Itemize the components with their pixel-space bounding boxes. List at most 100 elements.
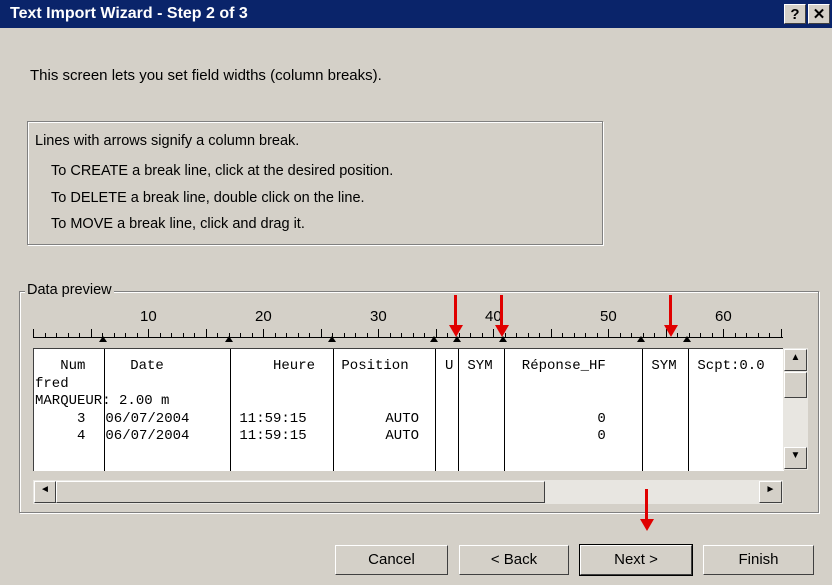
ruler-tick <box>309 333 310 337</box>
ruler-tick <box>619 333 621 337</box>
ruler-tick <box>113 333 115 337</box>
ruler-tick <box>366 333 368 337</box>
ruler-tick <box>654 333 655 337</box>
column-break-arrow[interactable] <box>683 336 691 342</box>
preview-cell: 3 <box>35 411 86 427</box>
column-break-arrow[interactable] <box>99 336 107 342</box>
ruler-tick <box>33 329 34 337</box>
ruler-tick <box>274 333 276 337</box>
ruler-tick <box>320 329 322 337</box>
scroll-up-button[interactable]: ▲ <box>784 349 807 371</box>
ruler-tick <box>470 333 471 337</box>
ruler-tick <box>481 333 483 337</box>
preview-cell: SYM <box>643 358 677 374</box>
ruler-tick <box>263 329 264 337</box>
preview-cell: fred <box>35 376 69 392</box>
ruler-number: 50 <box>600 308 617 325</box>
ruler-tick <box>148 329 149 337</box>
ruler-tick <box>136 333 138 337</box>
ruler-tick <box>240 333 241 337</box>
ruler-tick <box>217 333 218 337</box>
ruler-tick <box>539 333 540 337</box>
ruler-number: 30 <box>370 308 387 325</box>
ruler-tick <box>493 329 494 337</box>
cancel-button[interactable]: Cancel <box>335 545 448 575</box>
ruler-tick <box>286 333 287 337</box>
preview-cell: 0 <box>505 428 606 444</box>
ruler-tick <box>746 333 747 337</box>
ruler-tick <box>125 333 126 337</box>
info-line: To DELETE a break line, double click on … <box>51 190 365 206</box>
preview-row: 3 06/07/2004 11:59:15 AUTO 0 <box>35 411 606 428</box>
preview-cell: AUTO <box>335 428 420 444</box>
data-preview-label: Data preview <box>25 282 114 298</box>
ruler-tick <box>424 333 425 337</box>
preview-cell: 06/07/2004 <box>97 428 190 444</box>
preview-cell: Date <box>105 358 190 374</box>
horizontal-scrollbar[interactable]: ◄ ► <box>33 480 783 504</box>
annotation-arrow <box>669 295 672 325</box>
ruler-tick <box>90 329 92 337</box>
annotation-arrow <box>454 295 457 325</box>
column-break-arrow[interactable] <box>637 336 645 342</box>
next-button[interactable]: Next > <box>579 544 693 576</box>
back-button[interactable]: < Back <box>459 545 569 575</box>
horizontal-scroll-thumb[interactable] <box>56 481 545 503</box>
scroll-right-button[interactable]: ► <box>759 481 782 503</box>
ruler-tick <box>389 333 391 337</box>
info-line: To MOVE a break line, click and drag it. <box>51 216 305 232</box>
ruler-tick <box>769 333 770 337</box>
preview-cell: Num <box>35 358 86 374</box>
ruler-tick <box>194 333 195 337</box>
preview-cell: MARQUEUR: 2.00 m <box>35 393 170 409</box>
column-break-arrow[interactable] <box>225 336 233 342</box>
ruler-tick <box>757 333 759 337</box>
preview-row: 4 06/07/2004 11:59:15 AUTO 0 <box>35 428 606 445</box>
preview-row: fred <box>35 376 69 393</box>
column-break-arrow[interactable] <box>430 336 438 342</box>
preview-cell: 0 <box>505 411 606 427</box>
ruler-tick <box>159 333 161 337</box>
preview-cell: 06/07/2004 <box>97 411 190 427</box>
column-break-arrow[interactable] <box>328 336 336 342</box>
ruler-tick <box>734 333 736 337</box>
preview-cell: Position <box>333 358 409 374</box>
ruler-tick <box>573 333 575 337</box>
preview-cell: 4 <box>35 428 86 444</box>
scroll-down-button[interactable]: ▼ <box>784 447 807 469</box>
close-button[interactable]: ✕ <box>808 4 830 24</box>
ruler-tick <box>378 329 379 337</box>
preview-cell: 11:59:15 <box>231 411 307 427</box>
ruler-number: 20 <box>255 308 272 325</box>
ruler-tick <box>711 333 713 337</box>
window-title: Text Import Wizard - Step 2 of 3 <box>10 5 248 22</box>
title-bar: Text Import Wizard - Step 2 of 3 ? ✕ <box>0 0 832 28</box>
ruler-tick <box>205 329 207 337</box>
ruler-tick <box>780 329 782 337</box>
ruler-tick <box>297 333 299 337</box>
ruler-number: 60 <box>715 308 732 325</box>
finish-button[interactable]: Finish <box>703 545 814 575</box>
ruler-tick <box>723 329 724 337</box>
preview-cell: U <box>445 358 454 374</box>
ruler-tick <box>182 333 184 337</box>
data-preview-pane[interactable]: Num Date Heure Position U SYM Réponse_HF… <box>33 348 784 471</box>
ruler-tick <box>447 333 448 337</box>
help-button[interactable]: ? <box>784 4 806 24</box>
annotation-arrow <box>645 489 648 519</box>
scroll-left-button[interactable]: ◄ <box>34 481 56 503</box>
info-line: Lines with arrows signify a column break… <box>35 133 300 149</box>
vertical-scrollbar[interactable]: ▲ ▼ <box>783 348 808 470</box>
annotation-arrow-head <box>664 325 678 337</box>
ruler-baseline <box>33 337 783 338</box>
ruler-tick <box>56 333 57 337</box>
column-break-line[interactable] <box>435 349 436 471</box>
ruler-tick <box>44 333 46 337</box>
vertical-scroll-thumb[interactable] <box>784 372 807 398</box>
ruler-tick <box>79 333 80 337</box>
ruler-tick <box>516 333 517 337</box>
preview-row: MARQUEUR: 2.00 m <box>35 393 169 410</box>
annotation-arrow-head <box>495 325 509 337</box>
ruler-tick <box>355 333 356 337</box>
ruler-tick <box>401 333 402 337</box>
